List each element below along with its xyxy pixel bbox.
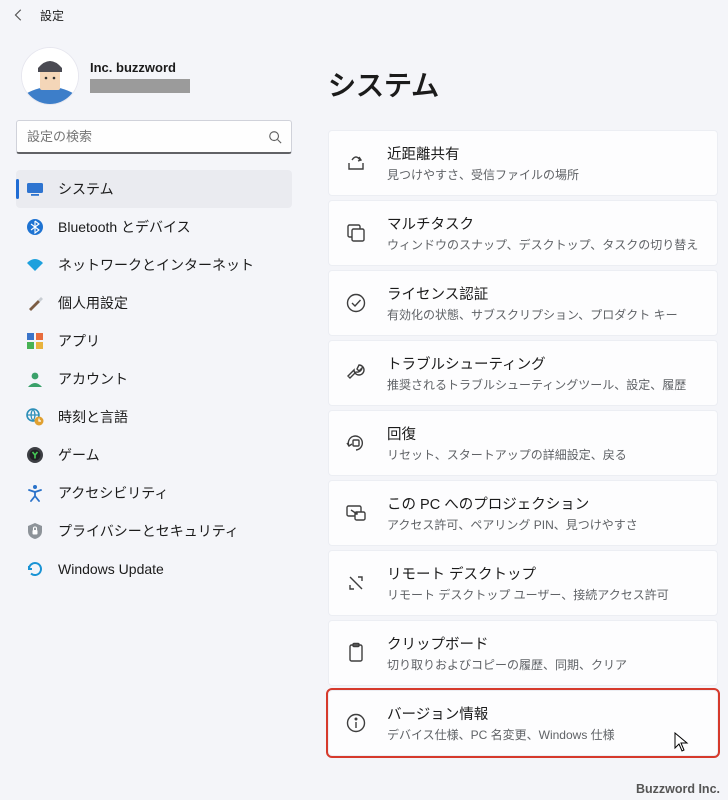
card-title: クリップボード <box>387 633 627 654</box>
card-subtitle: 見つけやすさ、受信ファイルの場所 <box>387 166 579 183</box>
sidebar-item-label: プライバシーとセキュリティ <box>58 521 239 541</box>
sidebar-item-time-language[interactable]: 時刻と言語 <box>16 398 292 436</box>
bluetooth-icon <box>26 218 44 236</box>
card-clipboard[interactable]: クリップボード 切り取りおよびコピーの履歴、同期、クリア <box>328 620 718 686</box>
watermark: Buzzword Inc. <box>636 782 720 796</box>
titlebar: 設定 <box>0 0 728 30</box>
card-subtitle: デバイス仕様、PC 名変更、Windows 仕様 <box>387 726 615 743</box>
search-box[interactable] <box>16 120 292 154</box>
card-subtitle: リモート デスクトップ ユーザー、接続アクセス許可 <box>387 586 669 603</box>
sidebar-item-network[interactable]: ネットワークとインターネット <box>16 246 292 284</box>
avatar <box>22 48 78 104</box>
card-subtitle: 推奨されるトラブルシューティングツール、設定、履歴 <box>387 376 686 393</box>
sidebar-item-label: Bluetooth とデバイス <box>58 217 191 237</box>
wrench-icon <box>345 362 367 384</box>
card-activation[interactable]: ライセンス認証 有効化の状態、サブスクリプション、プロダクト キー <box>328 270 718 336</box>
card-projecting[interactable]: この PC へのプロジェクション アクセス許可、ペアリング PIN、見つけやすさ <box>328 480 718 546</box>
sidebar-item-gaming[interactable]: ゲーム <box>16 436 292 474</box>
sidebar-item-label: システム <box>58 179 114 199</box>
sidebar-item-privacy[interactable]: プライバシーとセキュリティ <box>16 512 292 550</box>
system-icon <box>26 180 44 198</box>
brush-icon <box>26 294 44 312</box>
card-title: この PC へのプロジェクション <box>387 493 638 514</box>
sidebar-item-label: 個人用設定 <box>58 293 128 313</box>
remote-icon <box>345 572 367 594</box>
check-circle-icon <box>345 292 367 314</box>
sidebar-item-accessibility[interactable]: アクセシビリティ <box>16 474 292 512</box>
card-nearby-sharing[interactable]: 近距離共有 見つけやすさ、受信ファイルの場所 <box>328 130 718 196</box>
card-troubleshoot[interactable]: トラブルシューティング 推奨されるトラブルシューティングツール、設定、履歴 <box>328 340 718 406</box>
card-title: トラブルシューティング <box>387 353 686 374</box>
card-remote-desktop[interactable]: リモート デスクトップ リモート デスクトップ ユーザー、接続アクセス許可 <box>328 550 718 616</box>
card-title: 近距離共有 <box>387 143 579 164</box>
card-title: リモート デスクトップ <box>387 563 669 584</box>
page-title: システム <box>328 64 720 104</box>
card-subtitle: ウィンドウのスナップ、デスクトップ、タスクの切り替え <box>387 236 698 253</box>
sidebar-item-accounts[interactable]: アカウント <box>16 360 292 398</box>
wifi-icon <box>26 256 44 274</box>
card-subtitle: アクセス許可、ペアリング PIN、見つけやすさ <box>387 516 638 533</box>
sidebar-item-label: Windows Update <box>58 561 164 577</box>
info-icon <box>345 712 367 734</box>
recovery-icon <box>345 432 367 454</box>
card-subtitle: 有効化の状態、サブスクリプション、プロダクト キー <box>387 306 678 323</box>
sidebar-item-bluetooth[interactable]: Bluetooth とデバイス <box>16 208 292 246</box>
search-icon <box>268 130 282 144</box>
window-title: 設定 <box>40 7 64 24</box>
card-subtitle: 切り取りおよびコピーの履歴、同期、クリア <box>387 656 627 673</box>
sidebar-item-label: ゲーム <box>58 445 100 465</box>
project-icon <box>345 502 367 524</box>
sidebar-item-label: アカウント <box>58 369 128 389</box>
apps-icon <box>26 332 44 350</box>
search-input[interactable] <box>16 120 292 154</box>
card-subtitle: リセット、スタートアップの詳細設定、戻る <box>387 446 627 463</box>
sidebar-item-label: アクセシビリティ <box>58 483 168 503</box>
gaming-icon <box>26 446 44 464</box>
sidebar-item-label: アプリ <box>58 331 100 351</box>
clipboard-icon <box>345 642 367 664</box>
profile[interactable]: Inc. buzzword <box>16 38 292 118</box>
globe-clock-icon <box>26 408 44 426</box>
card-title: ライセンス認証 <box>387 283 678 304</box>
sidebar-item-label: 時刻と言語 <box>58 407 128 427</box>
accessibility-icon <box>26 484 44 502</box>
card-multitasking[interactable]: マルチタスク ウィンドウのスナップ、デスクトップ、タスクの切り替え <box>328 200 718 266</box>
settings-list: 近距離共有 見つけやすさ、受信ファイルの場所 マルチタスク ウィンドウのスナップ… <box>328 130 720 756</box>
back-icon[interactable] <box>12 8 26 22</box>
nav-list: システム Bluetooth とデバイス ネットワークとインターネット 個人用設… <box>16 170 292 588</box>
profile-email-redacted <box>90 79 190 93</box>
sidebar-item-system[interactable]: システム <box>16 170 292 208</box>
multitask-icon <box>345 222 367 244</box>
sidebar-item-label: ネットワークとインターネット <box>58 255 254 275</box>
card-recovery[interactable]: 回復 リセット、スタートアップの詳細設定、戻る <box>328 410 718 476</box>
sidebar-item-apps[interactable]: アプリ <box>16 322 292 360</box>
main-panel: システム 近距離共有 見つけやすさ、受信ファイルの場所 マルチタスク ウィンドウ… <box>300 30 728 800</box>
sidebar-item-personalization[interactable]: 個人用設定 <box>16 284 292 322</box>
share-icon <box>345 152 367 174</box>
card-title: 回復 <box>387 423 627 444</box>
card-title: バージョン情報 <box>387 703 615 724</box>
shield-icon <box>26 522 44 540</box>
sidebar-item-windows-update[interactable]: Windows Update <box>16 550 292 588</box>
card-title: マルチタスク <box>387 213 698 234</box>
sidebar: Inc. buzzword システム Bluetooth とデバイス <box>0 30 300 800</box>
profile-name: Inc. buzzword <box>90 60 190 75</box>
mouse-cursor <box>674 732 690 754</box>
card-about[interactable]: バージョン情報 デバイス仕様、PC 名変更、Windows 仕様 <box>328 690 718 756</box>
account-icon <box>26 370 44 388</box>
update-icon <box>26 560 44 578</box>
